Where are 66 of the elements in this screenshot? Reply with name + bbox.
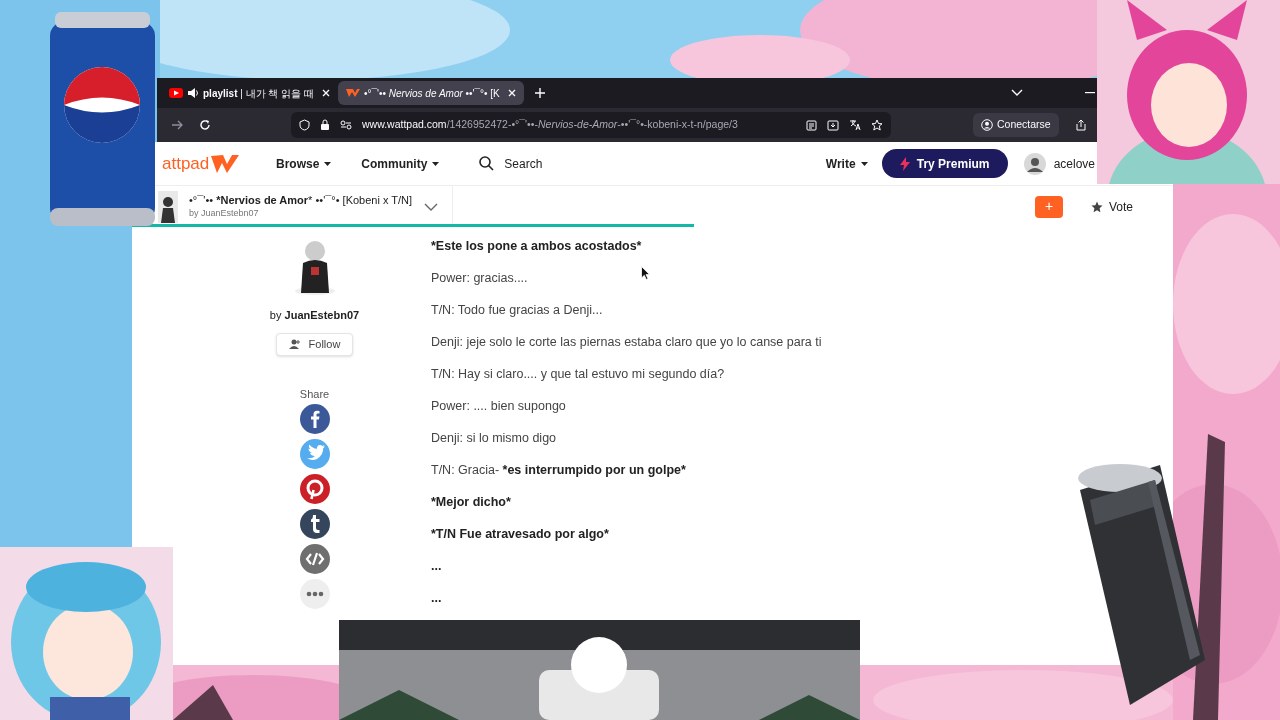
story-paragraph: T/N: Gracia- *es interrumpido por un golpe*: [431, 462, 686, 479]
pinterest-share-icon[interactable]: [299, 474, 330, 504]
nav-menu[interactable]: Community: [361, 154, 440, 173]
search-field[interactable]: Search: [504, 154, 705, 173]
story-paragraph: Power: gracias....: [431, 270, 528, 287]
bookmark-star-icon[interactable]: [871, 119, 883, 131]
story-title[interactable]: •°¯'•• *Nervios de Amor* ••'¯°• [Kobeni x T/N]: [189, 194, 413, 208]
new-tab-icon[interactable]: [533, 87, 546, 99]
story-paragraph: Denji: si lo mismo digo: [431, 430, 557, 447]
avatar-icon[interactable]: [1023, 152, 1046, 175]
download-icon[interactable]: [827, 119, 839, 131]
permissions-icon[interactable]: [340, 120, 352, 130]
w-logo-icon[interactable]: [211, 153, 240, 174]
story-paragraph: *T/N Fue atravesado por algo*: [431, 526, 609, 543]
author-byline[interactable]: by JuanEstebn07: [269, 307, 360, 324]
share-icon[interactable]: [1074, 119, 1087, 131]
star-icon: [1090, 200, 1103, 213]
close-icon[interactable]: [321, 89, 330, 97]
video-site-icon: [169, 88, 183, 98]
share-label: Share: [299, 386, 330, 402]
caret-icon: [860, 161, 868, 166]
minimize-icon[interactable]: [1085, 92, 1095, 94]
w-logo-icon: [345, 88, 360, 98]
tumblr-share-icon[interactable]: [299, 509, 330, 539]
logo-text: attpad: [162, 152, 210, 175]
story-paragraph: T/N: Todo fue gracias a Denji...: [431, 302, 603, 319]
story-paragraph: *Mejor dicho*: [431, 494, 511, 511]
story-author[interactable]: by JuanEstebn07: [189, 207, 413, 219]
story-paragraph: T/N: Hay si claro.... y que tal estuvo mi segundo día?: [431, 366, 725, 383]
browser-tab[interactable]: •°¯'•• Nervios de Amor ••'¯°• [K: [337, 81, 524, 105]
cover-thumbnail-icon[interactable]: [158, 190, 178, 223]
caret-icon: [432, 161, 440, 166]
story-paragraph: Power: .... bien supongo: [431, 398, 566, 415]
shield-icon[interactable]: [299, 119, 310, 131]
browser-tab[interactable]: playlist | 내가 책 읽을 때: [165, 81, 334, 105]
story-paragraph: Denji: jeje solo le corte las piernas estaba claro que yo lo canse para ti: [431, 334, 822, 351]
lock-icon[interactable]: [320, 119, 330, 131]
caret-icon: [324, 161, 332, 166]
add-person-icon: [288, 339, 301, 349]
embed-code-icon[interactable]: [299, 544, 330, 574]
close-icon[interactable]: [507, 89, 516, 97]
reader-view-icon[interactable]: [806, 119, 817, 131]
address-field[interactable]: www.wattpad.com/1426952472-•°¯'••-Nervios-de-Amor-••'¯°•-kobeni-x-t-n/page/3: [291, 112, 891, 138]
account-button[interactable]: Conectarse: [973, 113, 1059, 137]
reload-icon[interactable]: [199, 119, 211, 131]
more-icon[interactable]: [299, 579, 330, 609]
follow-button[interactable]: Follow: [276, 332, 353, 356]
facebook-share-icon[interactable]: [299, 404, 330, 434]
username[interactable]: acelove: [1053, 154, 1095, 173]
vote-button[interactable]: Vote: [1090, 197, 1133, 216]
lightning-icon: [899, 156, 910, 171]
tab-title: •°¯'•• Nervios de Amor ••'¯°• [K: [363, 86, 500, 101]
url-text: www.wattpad.com/1426952472-•°¯'••-Nervios-de-Amor-••'¯°•-kobeni-x-t-n/page/3: [362, 117, 738, 133]
nav-menu[interactable]: Browse: [276, 154, 332, 173]
cursor-icon: [641, 266, 650, 280]
story-paragraph: ...: [431, 590, 442, 607]
forward-icon[interactable]: [171, 120, 183, 130]
account-icon: [981, 119, 993, 131]
write-menu[interactable]: Write: [825, 154, 868, 173]
translate-icon[interactable]: [849, 119, 861, 131]
tab-title: playlist | 내가 책 읽을 때: [203, 86, 314, 101]
story-paragraph: *Este los pone a ambos acostados*: [431, 238, 642, 255]
speaker-icon[interactable]: [187, 87, 199, 99]
story-paragraph: ...: [431, 558, 442, 575]
search-icon[interactable]: [479, 156, 495, 171]
premium-button[interactable]: Try Premium: [881, 149, 1008, 178]
